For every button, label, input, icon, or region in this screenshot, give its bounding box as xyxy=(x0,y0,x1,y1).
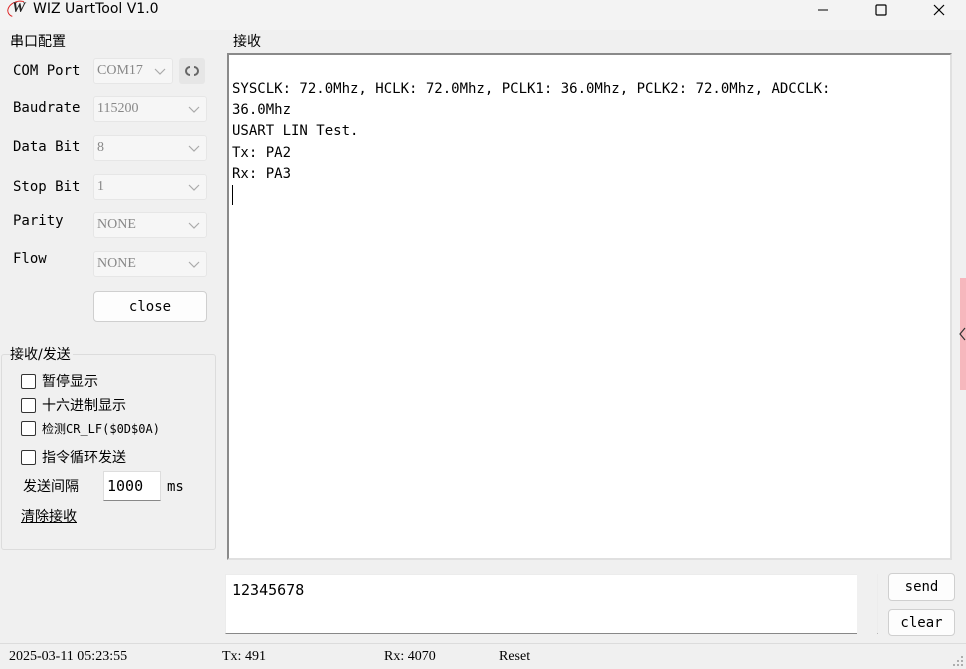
minimize-icon xyxy=(818,9,828,11)
resize-grip-icon[interactable] xyxy=(952,655,964,667)
com-port-value: COM17 xyxy=(97,63,143,78)
receive-label: 接收 xyxy=(233,34,261,50)
baudrate-value: 115200 xyxy=(97,101,139,116)
clear-send-button[interactable]: clear xyxy=(888,609,955,636)
minimize-button[interactable] xyxy=(800,0,846,20)
hex-display-label: 十六进制显示 xyxy=(42,398,126,414)
chevron-down-icon xyxy=(154,68,166,75)
baudrate-label: Baudrate xyxy=(13,100,81,116)
loop-send-checkbox[interactable]: 指令循环发送 xyxy=(21,447,126,467)
send-interval-label: 发送间隔 xyxy=(23,479,79,495)
refresh-icon xyxy=(185,66,199,76)
flow-value: NONE xyxy=(97,256,136,271)
send-button[interactable]: send xyxy=(888,573,955,601)
receive-line: Tx: PA2 xyxy=(232,145,292,161)
text-caret xyxy=(232,185,233,205)
window-title: WIZ UartTool V1.0 xyxy=(33,1,159,17)
parity-label: Parity xyxy=(13,213,64,229)
receive-textarea[interactable]: SYSCLK: 72.0Mhz, HCLK: 72.0Mhz, PCLK1: 3… xyxy=(227,53,952,560)
stop-bit-select[interactable]: 1 xyxy=(93,174,207,200)
recv-send-label: 接收/发送 xyxy=(10,344,73,364)
chevron-down-icon xyxy=(188,184,200,191)
detect-crlf-checkbox[interactable]: 检测CR_LF($0D$0A) xyxy=(21,420,160,437)
status-tx-count: Tx: 491 xyxy=(222,649,266,664)
status-datetime: 2025-03-11 05:23:55 xyxy=(9,649,128,664)
baudrate-select[interactable]: 115200 xyxy=(93,96,207,122)
interval-unit-label: ms xyxy=(167,479,184,495)
chevron-down-icon xyxy=(188,261,200,268)
pause-display-label: 暂停显示 xyxy=(42,374,98,390)
app-logo-icon: W xyxy=(4,0,32,21)
refresh-ports-button[interactable] xyxy=(179,58,205,84)
maximize-icon xyxy=(875,4,887,16)
stop-bit-value: 1 xyxy=(97,179,104,194)
com-port-label: COM Port xyxy=(13,63,81,79)
flow-select[interactable]: NONE xyxy=(93,251,207,277)
loop-send-label: 指令循环发送 xyxy=(42,450,126,466)
stop-bit-label: Stop Bit xyxy=(13,179,81,195)
pause-display-checkbox[interactable]: 暂停显示 xyxy=(21,371,98,391)
send-textarea[interactable]: 12345678 xyxy=(225,574,878,634)
hex-display-checkbox[interactable]: 十六进制显示 xyxy=(21,395,126,415)
close-window-button[interactable] xyxy=(916,0,962,20)
maximize-button[interactable] xyxy=(858,0,904,20)
chevron-down-icon xyxy=(188,106,200,113)
status-rx-count: Rx: 4070 xyxy=(384,649,436,664)
checkbox-box xyxy=(21,397,36,413)
receive-line: USART LIN Test. xyxy=(232,123,359,139)
chevron-left-icon[interactable] xyxy=(959,327,966,341)
checkbox-box xyxy=(21,421,36,436)
send-text-value: 12345678 xyxy=(232,581,305,599)
send-scrollbar[interactable] xyxy=(857,574,877,634)
detect-crlf-label: 检测CR_LF($0D$0A) xyxy=(42,422,160,436)
chevron-down-icon xyxy=(188,145,200,152)
parity-value: NONE xyxy=(97,217,136,232)
receive-line: 36.0Mhz xyxy=(232,102,292,118)
chevron-down-icon xyxy=(188,222,200,229)
data-bit-select[interactable]: 8 xyxy=(93,135,207,161)
reset-counter-button[interactable]: Reset xyxy=(499,649,530,665)
checkbox-box xyxy=(21,373,36,389)
receive-line: Rx: PA3 xyxy=(232,166,292,182)
send-interval-value: 1000 xyxy=(107,477,144,495)
status-bar: 2025-03-11 05:23:55 Tx: 491 Rx: 4070 Res… xyxy=(0,643,966,669)
clear-receive-link[interactable]: 清除接收 xyxy=(21,506,77,526)
send-interval-input[interactable]: 1000 xyxy=(103,471,161,501)
close-icon xyxy=(933,4,945,16)
serial-config-label: 串口配置 xyxy=(10,34,66,50)
title-bar: W WIZ UartTool V1.0 xyxy=(0,0,966,30)
close-port-button[interactable]: close xyxy=(93,291,207,322)
parity-select[interactable]: NONE xyxy=(93,212,207,238)
com-port-select[interactable]: COM17 xyxy=(93,58,173,84)
receive-line: SYSCLK: 72.0Mhz, HCLK: 72.0Mhz, PCLK1: 3… xyxy=(232,81,831,97)
flow-label: Flow xyxy=(13,251,47,267)
data-bit-value: 8 xyxy=(97,140,104,155)
data-bit-label: Data Bit xyxy=(13,139,81,155)
checkbox-box xyxy=(21,449,36,465)
